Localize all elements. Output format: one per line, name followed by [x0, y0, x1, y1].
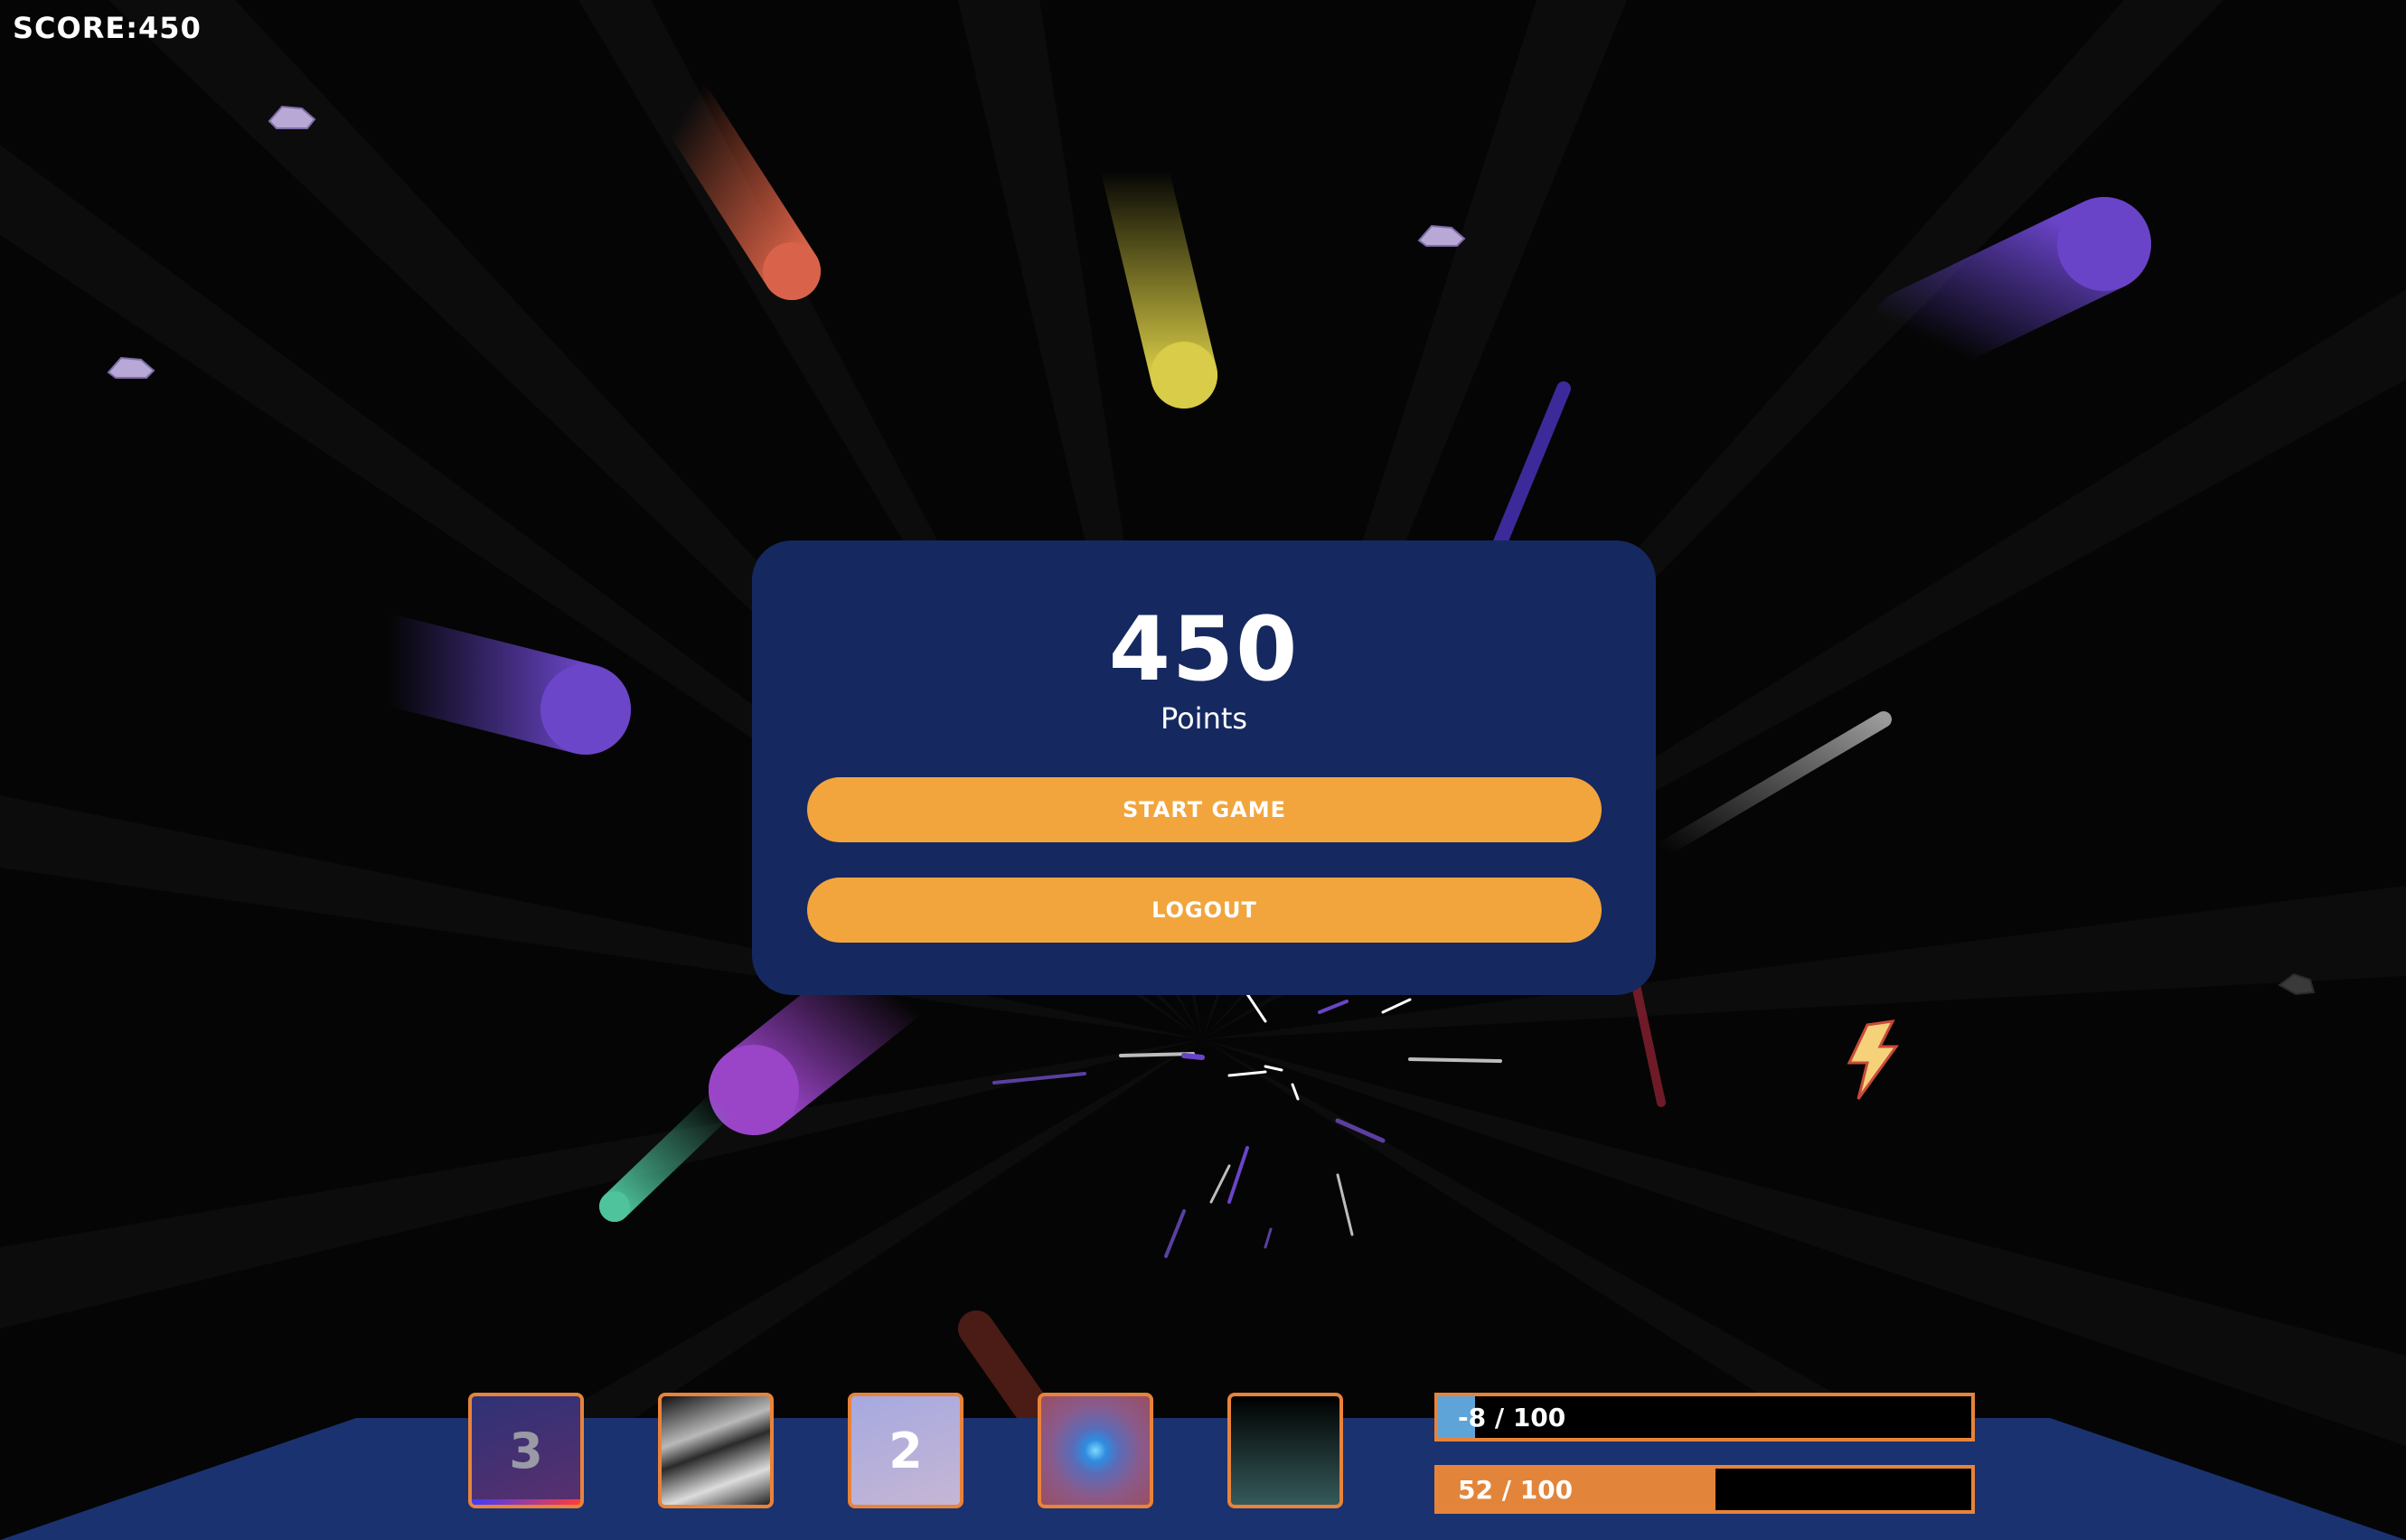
slot-3-count: 2	[888, 1422, 923, 1479]
inventory-slot-1[interactable]: 3	[468, 1393, 584, 1508]
streak-blue	[1493, 381, 1571, 549]
shield-bar-text: -8 / 100	[1458, 1402, 1566, 1432]
health-bar-text: 52 / 100	[1458, 1474, 1574, 1505]
inventory-slot-5[interactable]	[1227, 1393, 1343, 1508]
health-bar: 52 / 100	[1434, 1465, 1975, 1514]
logout-button[interactable]: LOGOUT	[807, 878, 1602, 943]
slot-1-count: 3	[509, 1422, 543, 1479]
inventory-slot-3[interactable]: 2	[848, 1393, 963, 1508]
inventory-slot-4[interactable]	[1038, 1393, 1153, 1508]
start-game-button[interactable]: START GAME	[807, 777, 1602, 842]
streak-red	[958, 981, 1666, 1437]
comet-purple-left	[343, 615, 631, 755]
comet-yellow	[1102, 138, 1217, 408]
shield-bar: -8 / 100	[1434, 1393, 1975, 1441]
inventory-dock	[0, 1418, 2406, 1540]
lightning-icon	[1847, 1019, 1899, 1100]
game-menu-panel: 450 Points START GAME LOGOUT	[752, 540, 1656, 995]
final-score: 450	[1108, 598, 1300, 701]
inventory-slot-2[interactable]	[658, 1393, 774, 1508]
slot-1-cooldown-bar	[472, 1499, 580, 1505]
points-label: Points	[1160, 701, 1248, 736]
score-readout: SCORE:450	[13, 11, 202, 45]
